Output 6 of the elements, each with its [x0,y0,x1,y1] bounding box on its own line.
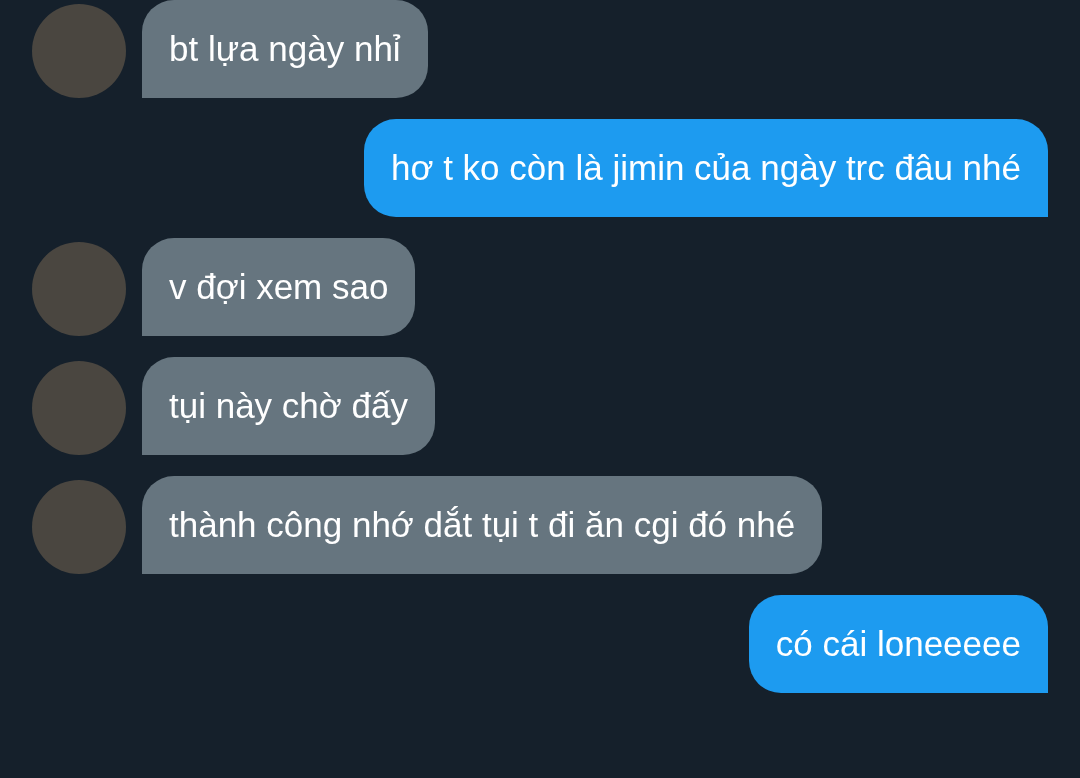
message-bubble: thành công nhớ dắt tụi t đi ăn cgi đó nhé [142,476,823,574]
message-bubble: hơ t ko còn là jimin của ngày trc đâu nhé [364,119,1048,217]
message-bubble: tụi này chờ đấy [142,357,435,455]
message-bubble: v đợi xem sao [142,238,416,336]
message-bubble: bt lựa ngày nhỉ [142,0,428,98]
message-bubble: có cái loneeeee [748,595,1048,693]
